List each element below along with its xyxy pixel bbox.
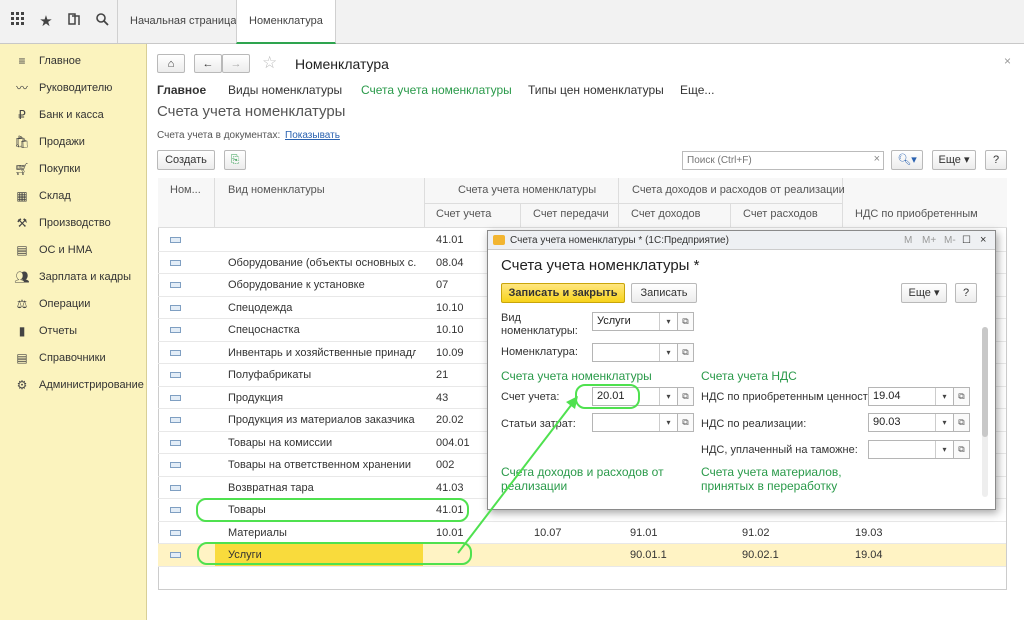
annotation-arrow (457, 396, 578, 554)
